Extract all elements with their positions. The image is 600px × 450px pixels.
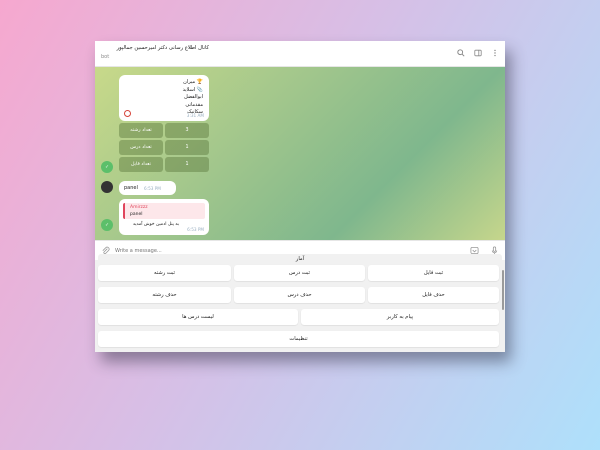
message-bubble: میران 🏆 اسلاید 📎 ابوالفضل مقدماتی سکانیک… <box>119 75 209 121</box>
sidebar-toggle-icon[interactable] <box>474 49 482 57</box>
message-bubble: panel 6:53 PM <box>119 181 176 195</box>
stat-value-button[interactable]: 3 <box>165 123 209 138</box>
message-text: panel <box>124 185 138 191</box>
stat-label-button[interactable]: تعداد فایل <box>119 157 163 172</box>
message-line: ابوالفضل <box>184 94 203 100</box>
quoted-message[interactable]: Amirzzz panel <box>123 203 205 219</box>
record-icon <box>124 110 131 117</box>
message-line: اسلاید 📎 <box>182 86 203 93</box>
stat-label-button[interactable]: تعداد درس <box>119 140 163 155</box>
keyboard-button-delete-file[interactable]: حذف فایل <box>368 287 499 303</box>
more-menu-icon[interactable] <box>491 49 499 57</box>
inline-keyboard-row: تعداد فایل 1 <box>119 157 209 172</box>
inline-keyboard-row: تعداد درس 1 <box>119 140 209 155</box>
reply-message-bubble: Amirzzz panel به پنل ادمین خوش آمدید 6:5… <box>119 199 209 235</box>
message-text: میران 🏆 اسلاید 📎 ابوالفضل مقدماتی سکانیک <box>183 79 203 117</box>
stat-value-button[interactable]: 1 <box>165 157 209 172</box>
message-line: میران 🏆 <box>183 79 203 85</box>
inline-keyboard-row: تعداد رشته 3 <box>119 123 209 138</box>
keyboard-scrollbar[interactable] <box>502 270 504 310</box>
stat-label-button[interactable]: تعداد رشته <box>119 123 163 138</box>
keyboard-button-add-file[interactable]: ثبت فایل <box>368 265 499 281</box>
chat-subtitle: bot <box>101 54 110 60</box>
message-time: 6:53 PM <box>187 227 204 232</box>
chat-area: میران 🏆 اسلاید 📎 ابوالفضل مقدماتی سکانیک… <box>95 67 505 240</box>
keyboard-button-message-user[interactable]: پیام به کاربر <box>301 309 499 325</box>
message-time: 6:53 PM <box>144 186 161 191</box>
bot-avatar[interactable]: ✓ <box>101 161 113 173</box>
search-icon[interactable] <box>457 49 465 57</box>
keyboard-button-stats[interactable]: آمار <box>98 254 502 264</box>
keyboard-button-delete-major[interactable]: حذف رشته <box>98 287 231 303</box>
chat-title: کانال اطلاع رسانی دکتر امیرحسین جمالپور <box>116 45 209 51</box>
keyboard-button-delete-lesson[interactable]: حذف درس <box>234 287 365 303</box>
quoted-text: panel <box>130 212 143 217</box>
keyboard-button-add-lesson[interactable]: ثبت درس <box>234 265 365 281</box>
stat-value-button[interactable]: 1 <box>165 140 209 155</box>
keyboard-button-add-major[interactable]: ثبت رشته <box>98 265 231 281</box>
chat-header[interactable]: کانال اطلاع رسانی دکتر امیرحسین جمالپور … <box>95 41 505 67</box>
keyboard-button-settings[interactable]: تنظیمات <box>98 331 499 347</box>
user-avatar[interactable] <box>101 181 113 193</box>
reply-keyboard: آمار ثبت فایل ثبت درس ثبت رشته حذف فایل … <box>95 254 505 352</box>
bot-avatar[interactable]: ✓ <box>101 219 113 231</box>
message-text: به پنل ادمین خوش آمدید <box>132 222 179 227</box>
quoted-author: Amirzzz <box>130 205 148 210</box>
keyboard-button-lesson-list[interactable]: لیست درس ها <box>98 309 298 325</box>
message-line: مقدماتی <box>185 101 203 108</box>
telegram-window: کانال اطلاع رسانی دکتر امیرحسین جمالپور … <box>95 41 505 352</box>
message-time: 3:31 AM <box>186 113 204 118</box>
